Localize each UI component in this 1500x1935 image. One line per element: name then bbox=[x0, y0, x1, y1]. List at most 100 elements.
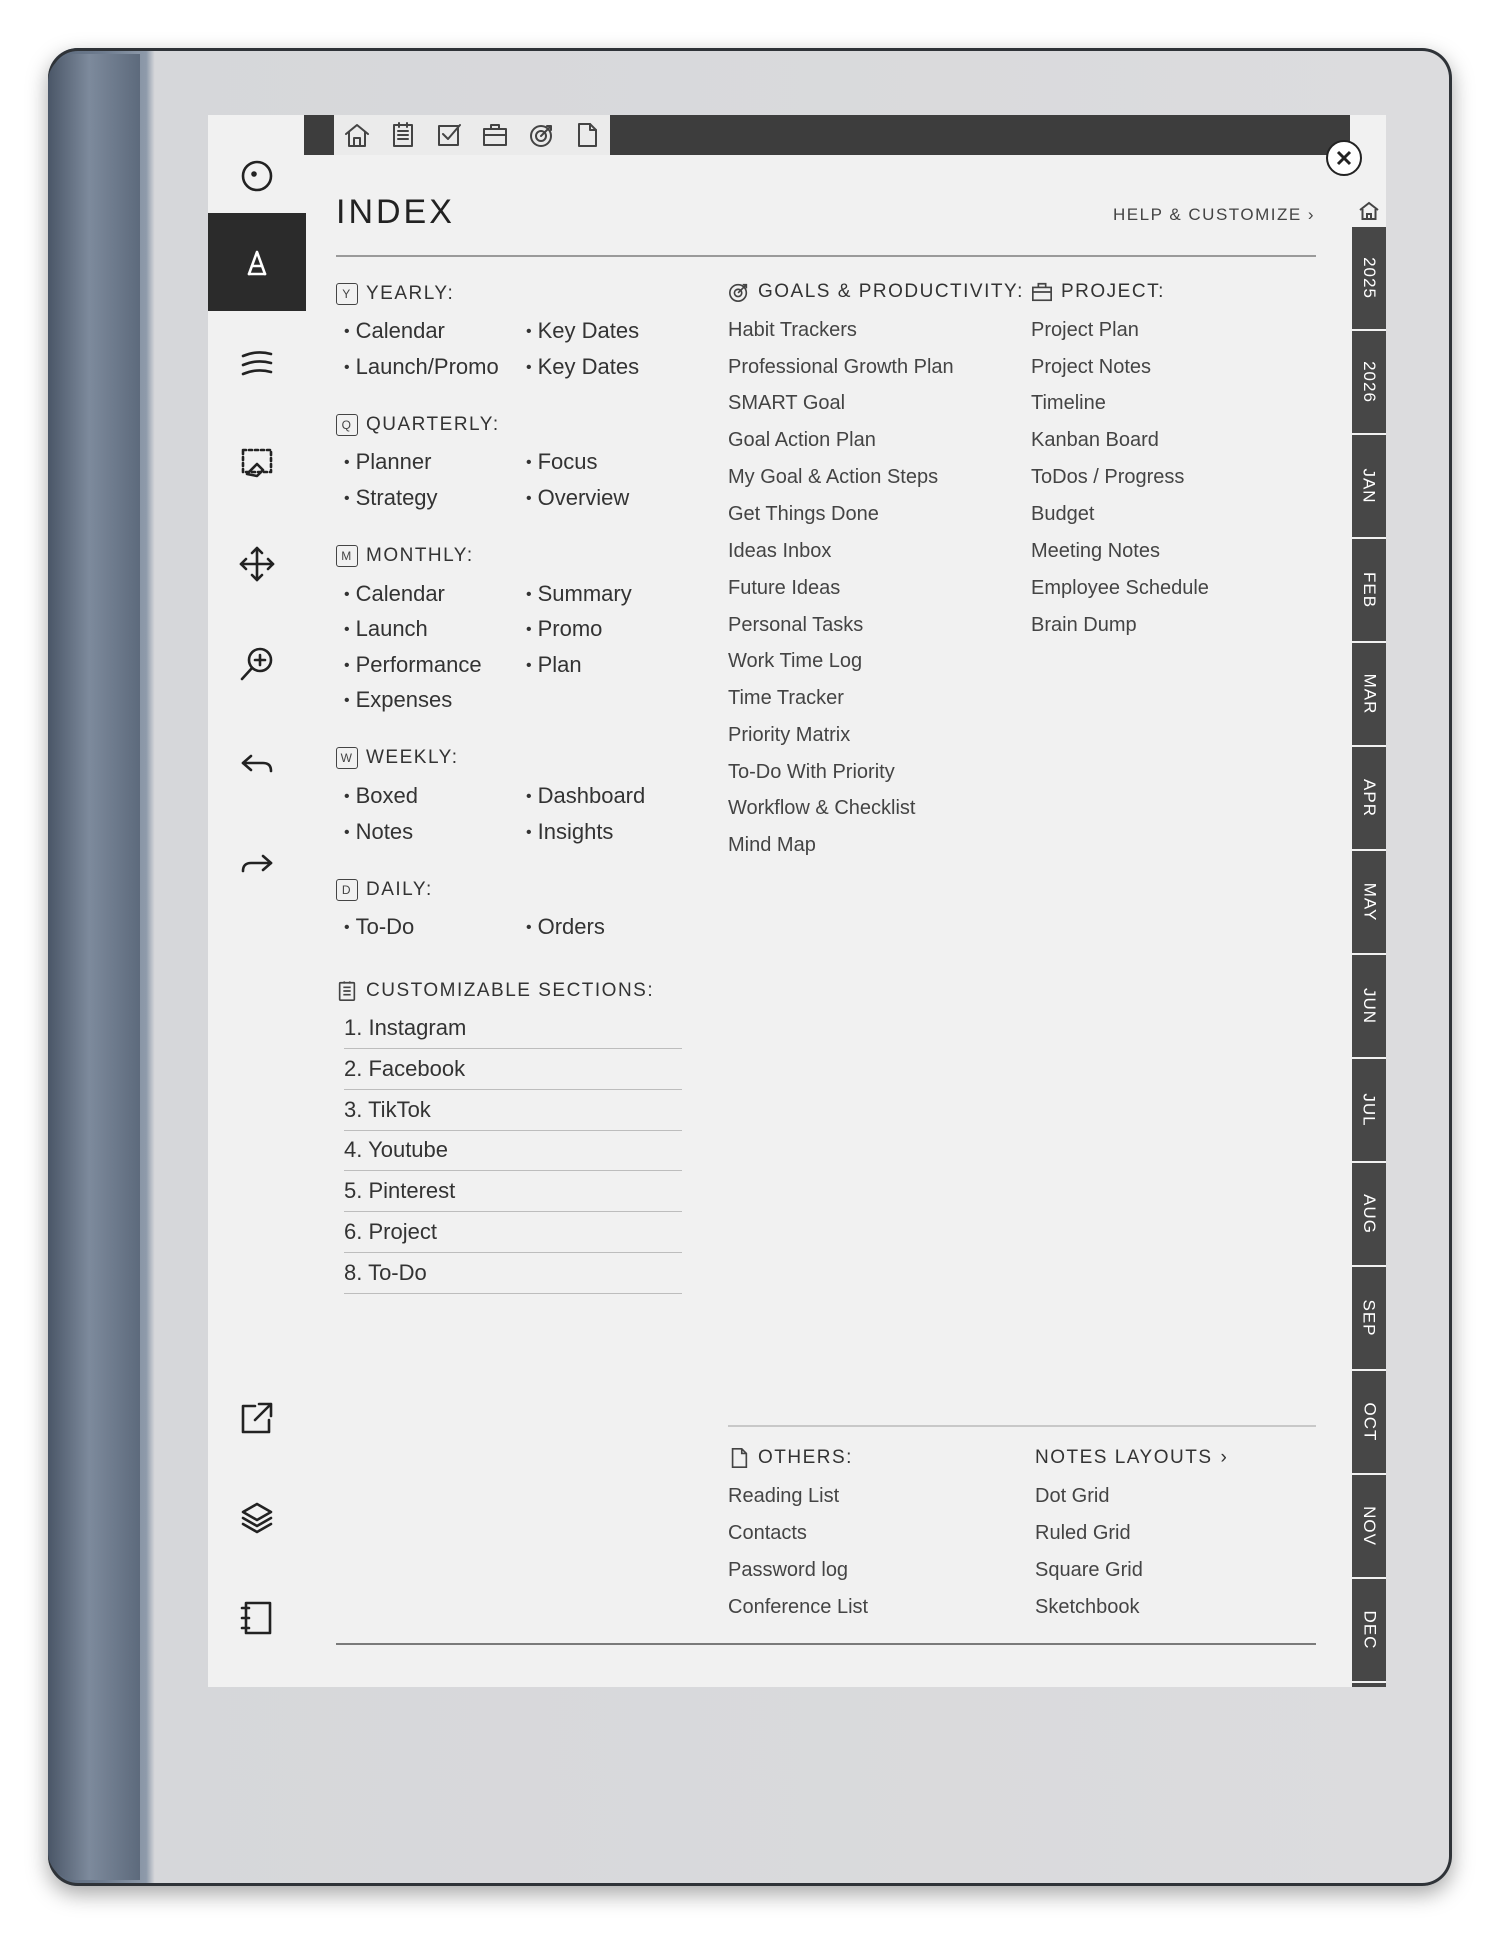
monthly-link[interactable]: Calendar bbox=[344, 581, 445, 607]
tab-goals[interactable] bbox=[518, 115, 564, 155]
goals-link[interactable]: Workflow & Checklist bbox=[728, 797, 915, 820]
menu-toggle-button[interactable] bbox=[208, 127, 306, 225]
goals-link[interactable]: Work Time Log bbox=[728, 650, 862, 673]
yearly-link[interactable]: Key Dates bbox=[526, 318, 640, 344]
goals-link[interactable]: Priority Matrix bbox=[728, 724, 850, 747]
weekly-link[interactable]: Notes bbox=[344, 819, 413, 845]
quarterly-link[interactable]: Overview bbox=[526, 485, 630, 511]
yearly-link[interactable]: Launch/Promo bbox=[344, 354, 499, 380]
custom-section-link[interactable]: 8. To-Do bbox=[344, 1260, 682, 1294]
custom-section-link[interactable]: 6. Project bbox=[344, 1219, 682, 1253]
quarterly-link[interactable]: Focus bbox=[526, 449, 598, 475]
tab-home[interactable] bbox=[334, 115, 380, 155]
others-link[interactable]: Conference List bbox=[728, 1596, 868, 1619]
monthly-link[interactable]: Plan bbox=[526, 652, 582, 678]
monthly-link[interactable]: Summary bbox=[526, 581, 632, 607]
side-tab-may[interactable]: MAY bbox=[1352, 851, 1386, 955]
monthly-heading[interactable]: M MONTHLY: bbox=[336, 545, 474, 567]
side-tab-apr[interactable]: APR bbox=[1352, 747, 1386, 851]
tab-others[interactable] bbox=[564, 115, 610, 155]
goals-link[interactable]: My Goal & Action Steps bbox=[728, 466, 938, 489]
side-tab-sep[interactable]: SEP bbox=[1352, 1267, 1386, 1371]
goals-link[interactable]: Mind Map bbox=[728, 834, 816, 857]
tab-tasks[interactable] bbox=[426, 115, 472, 155]
side-tab-jul[interactable]: JUL bbox=[1352, 1059, 1386, 1163]
notes-layout-link[interactable]: Dot Grid bbox=[1035, 1485, 1109, 1508]
project-link[interactable]: Timeline bbox=[1031, 392, 1106, 415]
yearly-link[interactable]: Key Dates bbox=[526, 354, 640, 380]
monthly-link[interactable]: Promo bbox=[526, 616, 603, 642]
monthly-link[interactable]: Launch bbox=[344, 616, 428, 642]
project-link[interactable]: Budget bbox=[1031, 503, 1094, 526]
goals-link[interactable]: Time Tracker bbox=[728, 687, 844, 710]
eraser-button[interactable] bbox=[208, 415, 306, 513]
goals-link[interactable]: SMART Goal bbox=[728, 392, 845, 415]
tab-notes[interactable] bbox=[380, 115, 426, 155]
others-link[interactable]: Password log bbox=[728, 1559, 848, 1582]
weekly-link[interactable]: Dashboard bbox=[526, 783, 646, 809]
quarterly-heading[interactable]: Q QUARTERLY: bbox=[336, 414, 500, 436]
redo-button[interactable] bbox=[208, 815, 306, 913]
others-link[interactable]: Reading List bbox=[728, 1485, 839, 1508]
project-link[interactable]: Employee Schedule bbox=[1031, 577, 1209, 600]
notes-layout-link[interactable]: Sketchbook bbox=[1035, 1596, 1140, 1619]
project-link[interactable]: ToDos / Progress bbox=[1031, 466, 1184, 489]
side-tab-2026[interactable]: 2026 bbox=[1352, 331, 1386, 435]
notes-layout-link[interactable]: Square Grid bbox=[1035, 1559, 1143, 1582]
project-link[interactable]: Kanban Board bbox=[1031, 429, 1159, 452]
custom-section-link[interactable]: 5. Pinterest bbox=[344, 1178, 682, 1212]
notes-layout-link[interactable]: Ruled Grid bbox=[1035, 1522, 1131, 1545]
quarterly-link[interactable]: Planner bbox=[344, 449, 432, 475]
notes-layouts-heading[interactable]: NOTES LAYOUTS › bbox=[1035, 1447, 1228, 1469]
side-tab-mar[interactable]: MAR bbox=[1352, 643, 1386, 747]
project-link[interactable]: Meeting Notes bbox=[1031, 540, 1160, 563]
custom-section-link[interactable]: 3. TikTok bbox=[344, 1097, 682, 1131]
layers-button[interactable] bbox=[208, 1469, 306, 1567]
custom-section-link[interactable]: 2. Facebook bbox=[344, 1056, 682, 1090]
side-tab-jun[interactable]: JUN bbox=[1352, 955, 1386, 1059]
side-tab-dec[interactable]: DEC bbox=[1352, 1579, 1386, 1683]
project-link[interactable]: Project Plan bbox=[1031, 319, 1139, 342]
notebook-button[interactable] bbox=[208, 1569, 306, 1667]
project-link[interactable]: Brain Dump bbox=[1031, 614, 1137, 637]
goals-link[interactable]: Get Things Done bbox=[728, 503, 879, 526]
custom-section-link[interactable]: 4. Youtube bbox=[344, 1137, 682, 1171]
writing-tool-button[interactable] bbox=[208, 213, 306, 311]
goals-link[interactable]: Goal Action Plan bbox=[728, 429, 876, 452]
custom-section-link[interactable]: 1. Instagram bbox=[344, 1015, 682, 1049]
weekly-heading[interactable]: W WEEKLY: bbox=[336, 747, 459, 769]
quarterly-link[interactable]: Strategy bbox=[344, 485, 438, 511]
tab-project[interactable] bbox=[472, 115, 518, 155]
weekly-link[interactable]: Boxed bbox=[344, 783, 418, 809]
pen-style-button[interactable] bbox=[208, 315, 306, 413]
side-tab-oct[interactable]: OCT bbox=[1352, 1371, 1386, 1475]
zoom-button[interactable] bbox=[208, 615, 306, 713]
goals-link[interactable]: Personal Tasks bbox=[728, 614, 863, 637]
monthly-link[interactable]: Performance bbox=[344, 652, 482, 678]
undo-button[interactable] bbox=[208, 715, 306, 813]
side-tab-nov[interactable]: NOV bbox=[1352, 1475, 1386, 1579]
goals-link[interactable]: Ideas Inbox bbox=[728, 540, 831, 563]
move-button[interactable] bbox=[208, 515, 306, 613]
yearly-heading[interactable]: Y YEARLY: bbox=[336, 283, 454, 305]
close-button[interactable] bbox=[1326, 140, 1362, 176]
goals-link[interactable]: Professional Growth Plan bbox=[728, 356, 954, 379]
monthly-link[interactable]: Expenses bbox=[344, 687, 453, 713]
side-tab-jan[interactable]: JAN bbox=[1352, 435, 1386, 539]
others-link[interactable]: Contacts bbox=[728, 1522, 807, 1545]
project-link[interactable]: Project Notes bbox=[1031, 356, 1151, 379]
side-home-button[interactable] bbox=[1352, 195, 1386, 227]
goals-link[interactable]: Future Ideas bbox=[728, 577, 840, 600]
weekly-link[interactable]: Insights bbox=[526, 819, 614, 845]
help-customize-link[interactable]: HELP & CUSTOMIZE › bbox=[1113, 205, 1315, 225]
side-tab-2025[interactable]: 2025 bbox=[1352, 227, 1386, 331]
daily-link[interactable]: Orders bbox=[526, 914, 605, 940]
goals-link[interactable]: Habit Trackers bbox=[728, 319, 857, 342]
side-tab-feb[interactable]: FEB bbox=[1352, 539, 1386, 643]
side-tab-aug[interactable]: AUG bbox=[1352, 1163, 1386, 1267]
yearly-link[interactable]: Calendar bbox=[344, 318, 445, 344]
daily-link[interactable]: To-Do bbox=[344, 914, 415, 940]
goals-link[interactable]: To-Do With Priority bbox=[728, 761, 895, 784]
daily-heading[interactable]: D DAILY: bbox=[336, 879, 433, 901]
share-button[interactable] bbox=[208, 1369, 306, 1467]
